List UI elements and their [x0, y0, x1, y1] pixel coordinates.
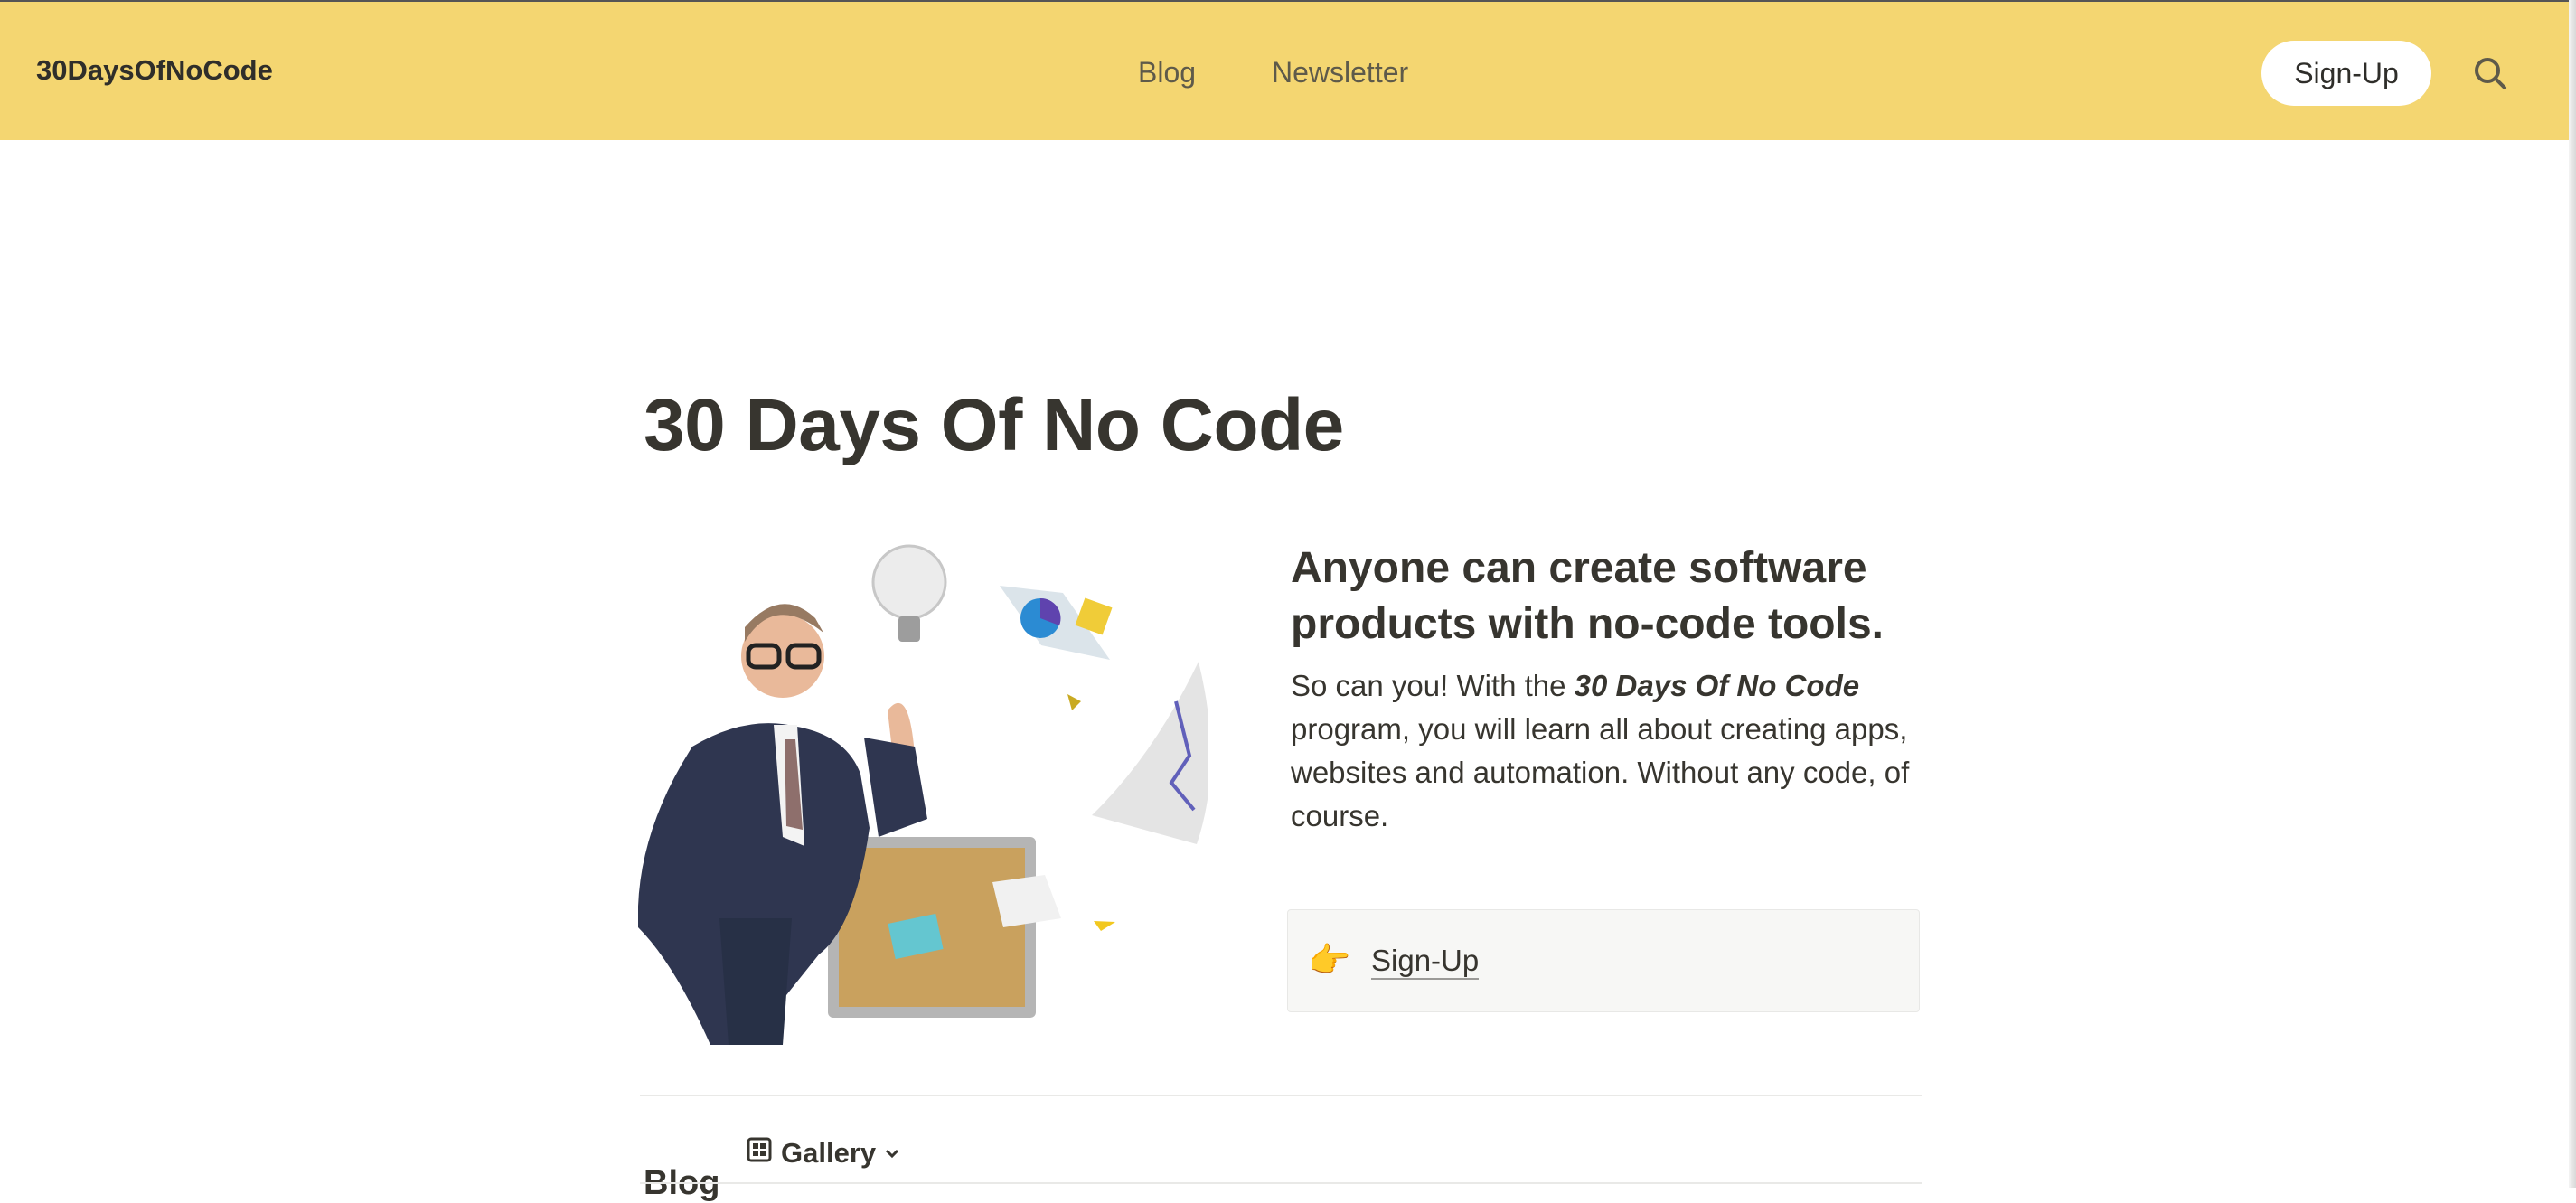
hero-illustration [637, 539, 1211, 1045]
pointing-hand-icon: 👉 [1308, 942, 1351, 980]
hero-description-intro: So can you! With the [1291, 669, 1575, 702]
gallery-view-selector[interactable]: Gallery [747, 1136, 910, 1170]
window-scrollbar[interactable] [2569, 0, 2576, 1188]
nav-link-newsletter[interactable]: Newsletter [1272, 56, 1408, 89]
hero-headline: Anyone can create software products with… [1291, 544, 1884, 648]
section-divider [640, 1095, 1922, 1096]
header-signup-button[interactable]: Sign-Up [2261, 41, 2431, 106]
chevron-down-icon [883, 1137, 910, 1170]
program-name-emphasis: 30 Days Of No Code [1574, 669, 1860, 702]
search-icon[interactable] [2473, 56, 2507, 90]
gallery-icon [747, 1137, 781, 1170]
signup-callout: 👉 Sign-Up [1287, 909, 1920, 1012]
gallery-view-label: Gallery [781, 1137, 877, 1169]
callout-signup-link[interactable]: Sign-Up [1371, 944, 1480, 980]
gallery-top-border [640, 1182, 1922, 1184]
site-brand-link[interactable]: 30DaysOfNoCode [36, 54, 273, 87]
hero-description: So can you! With the 30 Days Of No Code … [1291, 664, 1941, 838]
nav-link-blog[interactable]: Blog [1138, 56, 1196, 89]
top-navigation-bar: 30DaysOfNoCode Blog Newsletter Sign-Up [0, 0, 2576, 140]
hero-description-rest: program, you will learn all about creati… [1291, 712, 1910, 832]
page-title: 30 Days Of No Code [644, 384, 1344, 466]
